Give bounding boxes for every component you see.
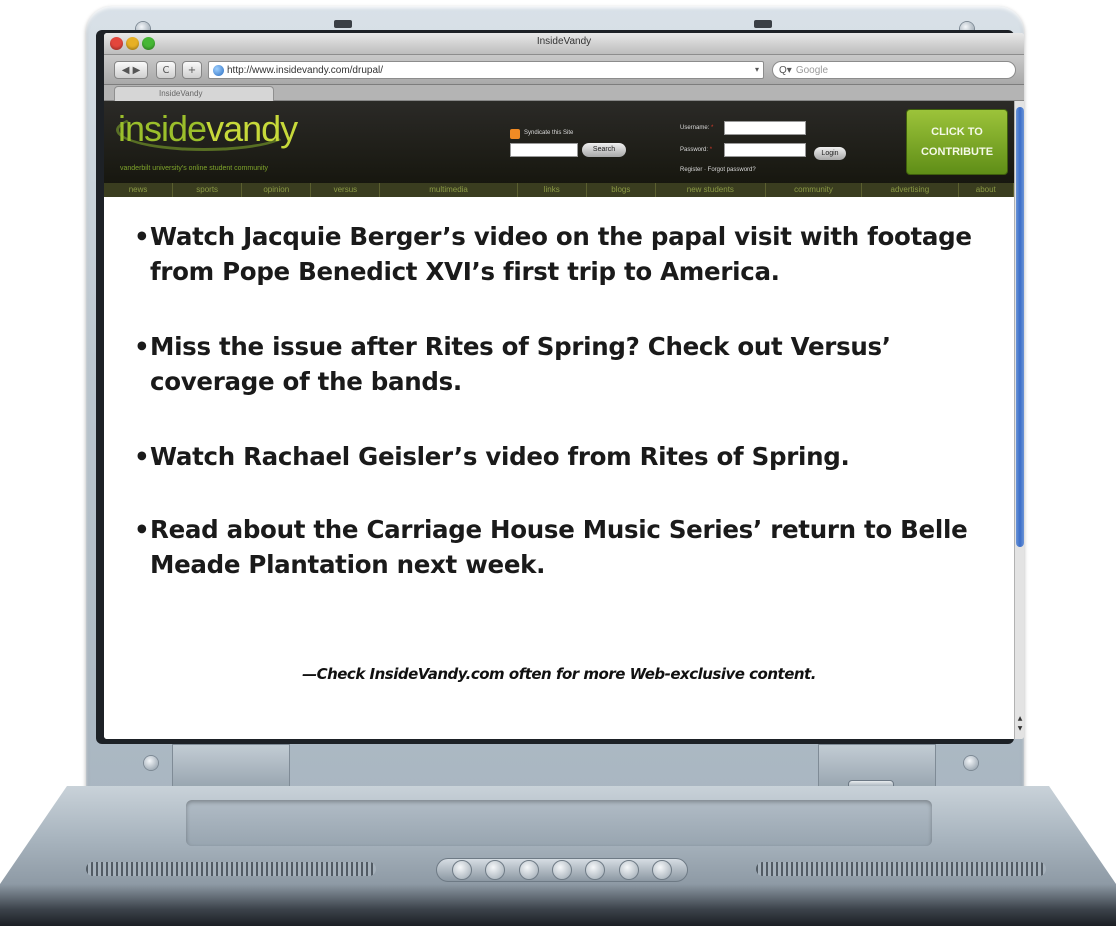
latch-icon — [334, 20, 352, 28]
site-tagline: vanderbilt university's online student c… — [120, 165, 269, 172]
list-item: Read about the Carriage House Music Seri… — [134, 512, 994, 582]
scroll-up-icon[interactable]: ▲ — [1016, 715, 1024, 723]
logo-inside-text: inside — [118, 108, 207, 149]
site-search-button[interactable]: Search — [582, 143, 626, 157]
nav-item-about[interactable]: about — [959, 183, 1015, 197]
syndicate-link[interactable]: Syndicate this Site — [524, 130, 573, 136]
speaker-grille-left — [86, 862, 376, 876]
rss-icon[interactable] — [510, 129, 520, 139]
site-header: insidevandy vanderbilt university's onli… — [104, 101, 1014, 183]
keyboard-area — [186, 800, 932, 846]
search-icon: Q▾ — [779, 64, 792, 76]
media-button-icon[interactable] — [585, 860, 606, 880]
nav-item-advertising[interactable]: advertising — [862, 183, 959, 197]
required-mark: * — [709, 147, 713, 153]
username-label: Username: * — [680, 125, 713, 131]
search-input[interactable]: Q▾ Google — [772, 61, 1016, 79]
password-label-text: Password: — [680, 147, 709, 153]
media-button-icon[interactable] — [518, 860, 539, 880]
tab-bar: InsideVandy — [104, 85, 1024, 101]
media-button-icon[interactable] — [485, 860, 506, 880]
scroll-down-icon[interactable]: ▼ — [1016, 725, 1024, 733]
browser-window: InsideVandy ◀ ▶ C + http://www.insidevan… — [104, 33, 1024, 739]
nav-item-news[interactable]: news — [104, 183, 174, 197]
nav-item-new-students[interactable]: new students — [656, 183, 766, 197]
list-item: Miss the issue after Rites of Spring? Ch… — [134, 329, 994, 399]
address-bar[interactable]: http://www.insidevandy.com/drupal/ — [208, 61, 764, 79]
search-placeholder: Google — [795, 64, 829, 76]
media-button-icon[interactable] — [652, 860, 673, 880]
main-content: Watch Jacquie Berger’s video on the papa… — [104, 197, 1014, 739]
site-search-input[interactable] — [510, 143, 578, 157]
nav-item-blogs[interactable]: blogs — [587, 183, 656, 197]
login-button[interactable]: Login — [814, 147, 846, 160]
back-forward-button[interactable]: ◀ ▶ — [114, 61, 148, 79]
browser-toolbar: ◀ ▶ C + http://www.insidevandy.com/drupa… — [104, 55, 1024, 85]
add-bookmark-button[interactable]: + — [182, 61, 202, 79]
reload-button[interactable]: C — [156, 61, 176, 79]
media-button-icon[interactable] — [551, 860, 572, 880]
media-button-icon[interactable] — [618, 860, 639, 880]
contribute-button[interactable]: CLICK TO CONTRIBUTE — [906, 109, 1008, 175]
window-title: InsideVandy — [536, 36, 592, 47]
register-links[interactable]: Register · Forgot password? — [680, 167, 756, 173]
password-label: Password: * — [680, 147, 712, 153]
list-item: Watch Rachael Geisler’s video from Rites… — [134, 439, 994, 474]
contribute-line1: CLICK TO — [931, 126, 983, 138]
media-controls — [436, 858, 688, 882]
nav-item-sports[interactable]: sports — [173, 183, 243, 197]
contribute-line2: CONTRIBUTE — [920, 146, 994, 158]
url-text: http://www.insidevandy.com/drupal/ — [227, 64, 384, 76]
chevron-down-icon[interactable]: ▾ — [752, 62, 762, 78]
nav-item-multimedia[interactable]: multimedia — [380, 183, 518, 197]
username-label-text: Username: — [680, 125, 710, 131]
screw-icon — [964, 756, 978, 770]
site-logo[interactable]: insidevandy — [118, 107, 298, 151]
globe-icon — [213, 64, 224, 76]
logo-vandy-text: vandy — [206, 108, 298, 149]
tab-insidevandy[interactable]: InsideVandy — [114, 86, 274, 101]
site-nav: news sports opinion versus multimedia li… — [104, 183, 1015, 197]
nav-item-versus[interactable]: versus — [311, 183, 381, 197]
page-scrollbar[interactable]: ▲ ▼ — [1014, 101, 1024, 739]
nav-item-links[interactable]: links — [518, 183, 587, 197]
latch-icon — [754, 20, 772, 28]
nav-item-opinion[interactable]: opinion — [242, 183, 312, 197]
required-mark: * — [711, 125, 714, 131]
bullet-list: Watch Jacquie Berger’s video on the papa… — [134, 219, 994, 622]
password-field[interactable] — [724, 143, 806, 157]
speaker-grille-right — [756, 862, 1046, 876]
signoff-text: —Check InsideVandy.com often for more We… — [302, 665, 816, 683]
list-item: Watch Jacquie Berger’s video on the papa… — [134, 219, 994, 289]
scroll-thumb[interactable] — [1016, 107, 1024, 547]
username-field[interactable] — [724, 121, 806, 135]
window-titlebar: InsideVandy — [104, 33, 1024, 55]
nav-item-community[interactable]: community — [766, 183, 863, 197]
screw-icon — [144, 756, 158, 770]
media-button-icon[interactable] — [451, 860, 472, 880]
